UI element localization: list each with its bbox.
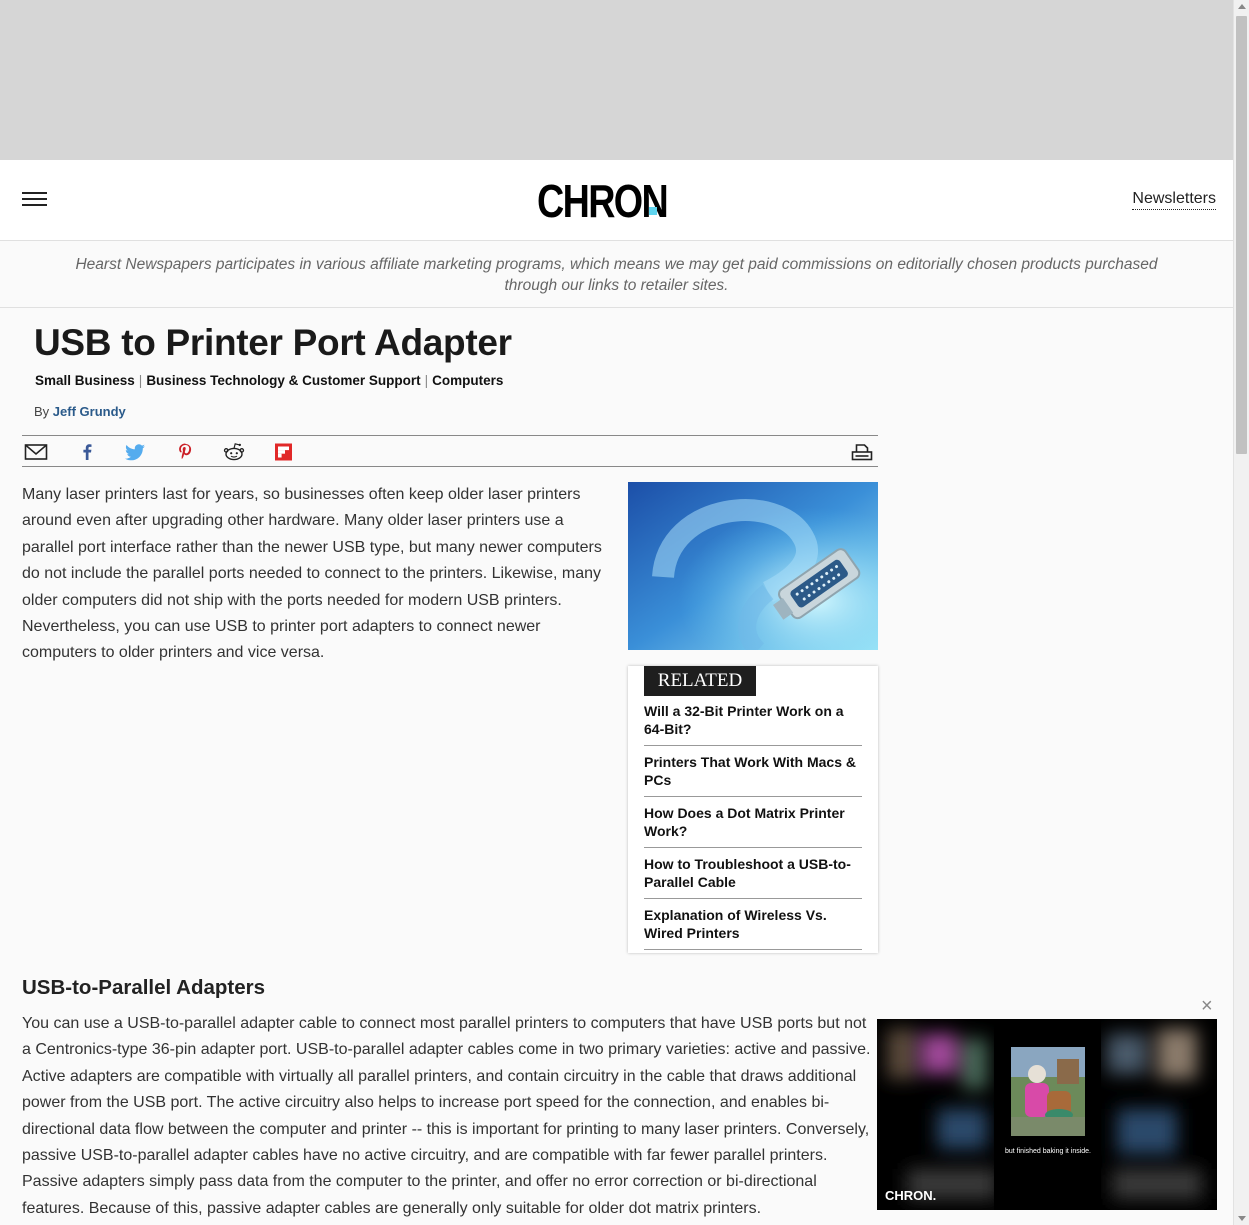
video-watermark: CHRON. xyxy=(885,1188,936,1203)
related-list: Will a 32-Bit Printer Work on a 64-Bit? … xyxy=(644,702,862,950)
flipboard-icon[interactable] xyxy=(272,442,296,462)
category-link-business-technology[interactable]: Business Technology & Customer Support xyxy=(146,373,420,388)
related-link-wireless-wired[interactable]: Explanation of Wireless Vs. Wired Printe… xyxy=(644,906,862,950)
video-player[interactable]: but finished baking it inside. CHRON. xyxy=(877,1019,1217,1210)
section-text: You can use a USB-to-parallel adapter ca… xyxy=(22,1015,871,1217)
category-link-small-business[interactable]: Small Business xyxy=(35,373,135,388)
reddit-icon[interactable] xyxy=(222,442,246,462)
logo-dot xyxy=(649,207,657,215)
site-header: CHRON Newsletters xyxy=(0,160,1233,241)
byline: By Jeff Grundy xyxy=(34,404,126,419)
hamburger-menu-icon[interactable] xyxy=(22,192,47,210)
author-link[interactable]: Jeff Grundy xyxy=(53,404,126,419)
newsletters-link[interactable]: Newsletters xyxy=(1132,190,1216,210)
related-link-dot-matrix[interactable]: How Does a Dot Matrix Printer Work? xyxy=(644,804,862,848)
chron-logo[interactable]: CHRON xyxy=(537,174,669,228)
scroll-up-arrow-icon[interactable] xyxy=(1238,4,1246,9)
ad-banner xyxy=(0,0,1233,160)
video-caption: but finished baking it inside. xyxy=(1005,1148,1091,1155)
related-box: RELATED Will a 32-Bit Printer Work on a … xyxy=(628,666,878,953)
related-link-32bit-printer[interactable]: Will a 32-Bit Printer Work on a 64-Bit? xyxy=(644,702,862,746)
related-link-usb-parallel-cable[interactable]: How to Troubleshoot a USB-to-Parallel Ca… xyxy=(644,855,862,899)
related-tag: RELATED xyxy=(644,666,756,696)
breadcrumb-separator: | xyxy=(138,373,143,388)
share-bar xyxy=(22,435,878,467)
breadcrumb-separator: | xyxy=(424,373,429,388)
breadcrumb: Small Business | Business Technology & Cus… xyxy=(35,373,503,388)
affiliate-disclaimer: Hearst Newspapers participates in variou… xyxy=(0,241,1233,308)
facebook-icon[interactable] xyxy=(75,442,99,462)
scroll-thumb[interactable] xyxy=(1236,16,1247,454)
related-link-macs-pcs[interactable]: Printers That Work With Macs & PCs xyxy=(644,753,862,797)
twitter-icon[interactable] xyxy=(123,442,147,462)
category-link-computers[interactable]: Computers xyxy=(432,373,503,388)
section-heading: USB-to-Parallel Adapters xyxy=(22,976,266,999)
byline-prefix: By xyxy=(34,404,50,419)
article-intro: Many laser printers last for years, so b… xyxy=(22,486,602,662)
parallel-cable-image xyxy=(628,482,878,650)
close-icon[interactable]: × xyxy=(1201,996,1213,1016)
pinterest-icon[interactable] xyxy=(173,442,197,462)
article-title: USB to Printer Port Adapter xyxy=(34,322,512,363)
scroll-down-arrow-icon[interactable] xyxy=(1238,1216,1246,1221)
print-icon[interactable] xyxy=(850,442,874,462)
scrollbar[interactable] xyxy=(1233,0,1249,1225)
email-icon[interactable] xyxy=(24,442,48,462)
